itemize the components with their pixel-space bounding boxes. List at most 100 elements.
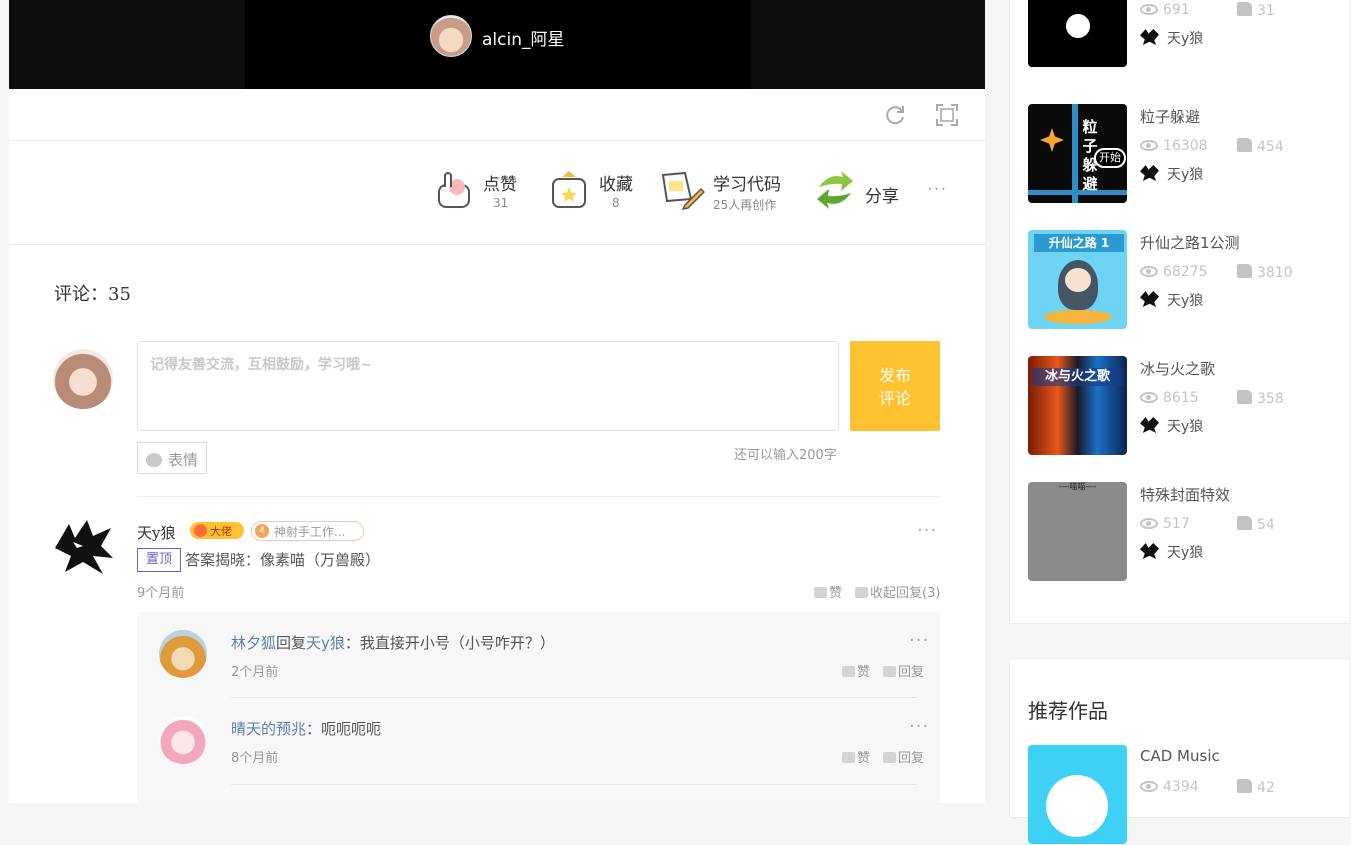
learn-code-label: 学习代码 bbox=[713, 175, 781, 195]
work-title[interactable]: CAD Music bbox=[1140, 747, 1220, 765]
work-likes-value: 454 bbox=[1257, 139, 1284, 155]
work-views: 16308 bbox=[1140, 138, 1208, 154]
commenter-avatar[interactable] bbox=[53, 518, 115, 576]
crown-icon bbox=[194, 524, 207, 537]
eye-icon bbox=[1140, 781, 1158, 792]
reply-avatar[interactable] bbox=[159, 630, 207, 678]
sun-icon bbox=[1040, 128, 1064, 152]
pedestal bbox=[1044, 310, 1112, 324]
reply-like-label: 赞 bbox=[857, 751, 871, 766]
like-count: 31 bbox=[493, 196, 509, 210]
comment-like-button[interactable]: 赞 bbox=[814, 582, 842, 601]
wolf-avatar-icon bbox=[1140, 165, 1159, 181]
work-views: 4394 bbox=[1140, 779, 1199, 795]
emoji-button[interactable]: 表情 bbox=[137, 442, 207, 474]
reply-more-button[interactable]: ··· bbox=[909, 718, 929, 736]
reply-bubble-icon bbox=[855, 587, 868, 598]
level-badge-icon: 4 bbox=[255, 524, 269, 538]
work-thumbnail[interactable]: 冰与火之歌 bbox=[1028, 356, 1127, 455]
work-card[interactable]: 粒子躲避 开始 粒子躲避 16308 454 天y狼 bbox=[1028, 104, 1348, 204]
fullscreen-icon[interactable] bbox=[935, 103, 959, 127]
work-likes: 31 bbox=[1237, 2, 1275, 19]
title-badge: 4 神射手工作... bbox=[251, 521, 364, 541]
cat-emoji-icon bbox=[146, 453, 162, 467]
submit-comment-button[interactable]: 发布 评论 bbox=[850, 341, 940, 431]
author-works-panel: 691 31 天y狼 粒子躲避 开始 粒子躲避 16308 454 天y狼 升仙… bbox=[1009, 0, 1351, 624]
reply-reply-button[interactable]: 回复 bbox=[883, 747, 924, 766]
divider bbox=[137, 496, 940, 497]
thumb-up-icon bbox=[1237, 516, 1252, 530]
work-card[interactable]: CAD Music 4394 42 bbox=[1028, 745, 1348, 845]
work-thumbnail[interactable]: 粒子躲避 开始 bbox=[1028, 104, 1127, 203]
collapse-replies-button[interactable]: 收起回复(3) bbox=[855, 582, 940, 601]
author-name[interactable]: alcin_阿星 bbox=[482, 25, 565, 50]
thumb-stripe bbox=[1028, 190, 1127, 195]
work-likes: 454 bbox=[1237, 138, 1284, 155]
work-title[interactable]: 粒子躲避 bbox=[1140, 106, 1200, 127]
player-stage[interactable]: alcin_阿星 bbox=[245, 0, 751, 89]
reply-more-button[interactable]: ··· bbox=[909, 632, 929, 650]
learn-code-button[interactable]: 学习代码 25人再创作 bbox=[661, 167, 791, 219]
work-author[interactable]: 天y狼 bbox=[1140, 542, 1203, 562]
reply-avatar[interactable] bbox=[159, 716, 207, 764]
thumb-up-icon bbox=[1237, 138, 1252, 152]
work-author[interactable]: 天y狼 bbox=[1140, 290, 1203, 310]
work-card[interactable]: -—喵喵—- 特殊封面特效 517 54 天y狼 bbox=[1028, 482, 1348, 582]
wolf-avatar-icon bbox=[1140, 291, 1159, 307]
reply-like-button[interactable]: 赞 bbox=[842, 661, 870, 680]
eye-icon bbox=[1140, 4, 1158, 15]
thumb-icon bbox=[814, 587, 827, 598]
work-views-value: 16308 bbox=[1163, 138, 1208, 154]
reply-text: ：呃呃呃呃 bbox=[306, 720, 382, 738]
work-thumbnail[interactable] bbox=[1028, 745, 1127, 844]
work-thumbnail[interactable]: -—喵喵—- bbox=[1028, 482, 1127, 581]
eye-icon bbox=[1140, 518, 1158, 529]
thumb-icon bbox=[842, 752, 855, 763]
comment-more-button[interactable]: ··· bbox=[917, 522, 937, 540]
collapse-replies-label: 收起回复(3) bbox=[870, 586, 941, 601]
share-label: 分享 bbox=[865, 187, 899, 207]
work-views-value: 691 bbox=[1163, 2, 1190, 18]
work-views: 8615 bbox=[1140, 390, 1199, 406]
thumb-caption: 冰与火之歌 bbox=[1032, 368, 1123, 386]
work-author[interactable]: 天y狼 bbox=[1140, 416, 1203, 436]
player-area[interactable]: alcin_阿星 bbox=[9, 0, 985, 89]
work-author-name: 天y狼 bbox=[1167, 31, 1204, 47]
title-badge-label: 神射手工作... bbox=[274, 525, 346, 539]
restart-icon[interactable] bbox=[883, 103, 907, 127]
work-author[interactable]: 天y狼 bbox=[1140, 164, 1203, 184]
wolf-avatar-icon bbox=[1140, 417, 1159, 433]
logo-icon bbox=[1066, 14, 1090, 38]
author-avatar[interactable] bbox=[430, 15, 472, 57]
work-card[interactable]: 冰与火之歌 冰与火之歌 8615 358 天y狼 bbox=[1028, 356, 1348, 456]
emoji-label: 表情 bbox=[168, 451, 199, 469]
commenter-name[interactable]: 天y狼 bbox=[137, 522, 175, 543]
thumb-up-icon bbox=[1237, 264, 1252, 278]
reply-target[interactable]: 天y狼 bbox=[306, 634, 345, 652]
reply-author[interactable]: 晴天的预兆 bbox=[231, 720, 306, 738]
work-title[interactable]: 特殊封面特效 bbox=[1140, 484, 1230, 505]
comment-like-label: 赞 bbox=[829, 586, 843, 601]
comment-count-label: 评论： bbox=[54, 284, 108, 305]
work-thumbnail[interactable]: 升仙之路 1 bbox=[1028, 230, 1127, 329]
work-title[interactable]: 升仙之路1公测 bbox=[1140, 232, 1240, 253]
share-button[interactable]: 分享 bbox=[815, 167, 905, 219]
like-button[interactable]: 点赞 31 bbox=[435, 167, 525, 219]
learn-code-sub: 25人再创作 bbox=[713, 198, 777, 212]
reply-like-button[interactable]: 赞 bbox=[842, 747, 870, 766]
work-author-name: 天y狼 bbox=[1167, 167, 1204, 183]
work-author[interactable]: 天y狼 bbox=[1140, 28, 1203, 48]
reply-author[interactable]: 林夕狐 bbox=[231, 634, 276, 652]
work-card[interactable]: 691 31 天y狼 bbox=[1028, 0, 1348, 68]
thumb-caption: 升仙之路 1 bbox=[1034, 234, 1124, 252]
reply-reply-button[interactable]: 回复 bbox=[883, 661, 924, 680]
work-card[interactable]: 升仙之路 1 升仙之路1公测 68275 3810 天y狼 bbox=[1028, 230, 1348, 330]
work-thumbnail[interactable] bbox=[1028, 0, 1127, 67]
comment-input[interactable]: 记得友善交流，互相鼓励，学习哦~ bbox=[137, 341, 839, 431]
more-actions-button[interactable]: ··· bbox=[927, 181, 947, 199]
work-title[interactable]: 冰与火之歌 bbox=[1140, 358, 1215, 379]
boss-badge: 大佬 bbox=[190, 522, 244, 539]
player-controls bbox=[9, 89, 985, 141]
favorite-button[interactable]: 收藏 8 bbox=[550, 167, 640, 219]
reply-time: 8个月前 bbox=[231, 751, 279, 766]
